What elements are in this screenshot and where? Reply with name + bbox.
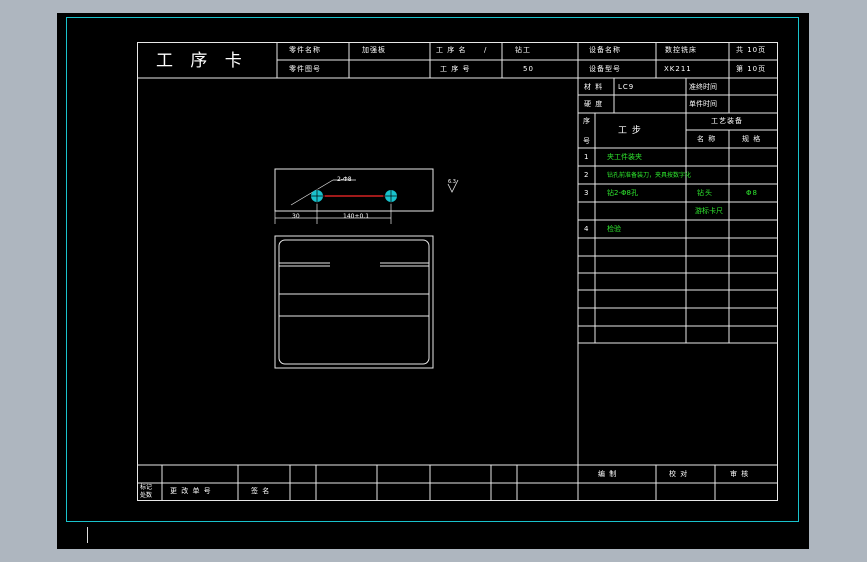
step-text: 钻孔前准备装刀，夹具按数字化 — [607, 172, 692, 179]
step-text: 检验 — [607, 225, 621, 233]
tool-spec-label: 规 格 — [742, 135, 762, 143]
step-label: 工 步 — [618, 126, 642, 136]
equip-label: 工艺装备 — [711, 117, 743, 125]
tool-name-label: 名 称 — [697, 135, 717, 143]
part-no-label: 零件图号 — [289, 65, 321, 73]
process-name-label: 工 序 名 — [436, 46, 467, 54]
hardness-label: 硬 度 — [584, 100, 604, 108]
material-value: LC9 — [618, 83, 635, 91]
process-no-value: 50 — [523, 65, 534, 73]
page-number: 第 10页 — [736, 65, 767, 73]
footer-checked-label: 校 对 — [669, 470, 689, 478]
step-number: 4 — [584, 225, 590, 233]
step-number: 2 — [584, 171, 590, 179]
process-no-label: 工 序 号 — [440, 65, 471, 73]
step-text: 钻2-Φ8孔 — [607, 189, 638, 197]
unit-time-label: 单件时间 — [689, 100, 717, 108]
seq-label-top: 序 — [583, 117, 591, 125]
equip-model-value: XK211 — [664, 65, 692, 73]
hole-callout: 2-Φ8 — [337, 176, 352, 183]
step-tool-spec: Φ8 — [746, 189, 758, 197]
step-number: 3 — [584, 189, 590, 197]
footer-prepared-label: 编 制 — [598, 470, 618, 478]
footer-sign-label: 签 名 — [251, 487, 271, 495]
card-title: 工 序 卡 — [156, 51, 248, 71]
step-tool-name: 钻头 — [697, 189, 713, 197]
dim-center: 140±0.1 — [343, 213, 370, 220]
footer-approved-label: 审 核 — [730, 470, 750, 478]
part-name-label: 零件名称 — [289, 46, 321, 54]
part-front-view — [274, 235, 434, 369]
footer-change-doc-label: 更 改 单 号 — [170, 487, 212, 495]
total-pages: 共 10页 — [736, 46, 767, 54]
step-number: 1 — [584, 153, 590, 161]
roughness-value: 6.3 — [448, 179, 456, 185]
equip-name-label: 设备名称 — [589, 46, 621, 54]
equip-model-label: 设备型号 — [589, 65, 621, 73]
equip-name-value: 数控铣床 — [665, 46, 697, 54]
step-text: 夹工件装夹 — [607, 153, 642, 161]
step-tool-name: 游标卡尺 — [695, 207, 723, 215]
seq-label-bottom: 号 — [583, 137, 591, 145]
footer-count-label: 处数 — [140, 492, 153, 499]
process-name-mark: / — [484, 46, 488, 54]
dim-left: 30 — [292, 213, 300, 220]
prep-time-label: 准终时间 — [689, 83, 717, 91]
process-name-value: 钻工 — [515, 46, 531, 54]
material-label: 材 料 — [584, 83, 604, 91]
part-name-value: 加强板 — [362, 46, 386, 54]
